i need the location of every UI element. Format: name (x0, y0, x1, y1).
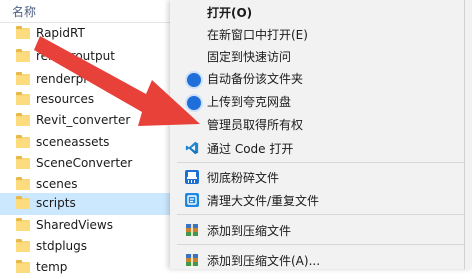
menu-item-label: 添加到压缩文件(A)... (207, 254, 321, 268)
menu-item-upload-quark[interactable]: 上传到夸克网盘 (170, 90, 472, 112)
folder-icon (16, 196, 30, 209)
menu-item-label: 彻底粉碎文件 (207, 171, 280, 185)
folder-name: temp (36, 260, 68, 274)
folder-name: Revit_converter (36, 113, 131, 127)
folder-row[interactable]: Revit_converter (0, 110, 180, 132)
folder-row[interactable]: temp (0, 257, 180, 279)
file-list-pane: 名称 RapidRT renderoutput renderpl resourc… (0, 0, 180, 274)
menu-item-add-to-archive-options[interactable]: 添加到压缩文件(A)... (170, 249, 472, 271)
menu-scroll-edge (464, 0, 465, 269)
folder-icon (16, 26, 30, 39)
folder-icon (16, 92, 30, 105)
menu-item-open-with-code[interactable]: 通过 Code 打开 (170, 137, 472, 159)
menu-item-label: 管理员取得所有权 (207, 118, 304, 132)
folder-row[interactable]: stdplugs (0, 236, 180, 258)
menu-divider (177, 214, 465, 215)
menu-item-label: 清理大文件/重复文件 (207, 194, 320, 208)
menu-item-label: 上传到夸克网盘 (207, 95, 292, 109)
menu-item-label: 添加到压缩文件 (207, 224, 292, 238)
menu-item-open[interactable]: 打开(O) (170, 1, 472, 23)
folder-row[interactable]: renderoutput (0, 46, 180, 68)
folder-name: renderpl (36, 72, 87, 86)
menu-item-open-new-window[interactable]: 在新窗口中打开(E) (170, 23, 472, 45)
folder-name: RapidRT (36, 26, 85, 40)
folder-icon (16, 177, 30, 190)
menu-item-cleanup-files[interactable]: 清理大文件/重复文件 (170, 189, 472, 211)
menu-item-add-to-archive[interactable]: 添加到压缩文件 (170, 219, 472, 241)
cleanup-icon (185, 193, 199, 207)
folder-icon (16, 135, 30, 148)
name-column-header[interactable]: 名称 (0, 0, 180, 23)
folder-row[interactable]: renderpl (0, 69, 180, 91)
folder-icon (16, 72, 30, 85)
menu-divider (177, 162, 465, 163)
folder-name: SharedViews (36, 218, 113, 232)
menu-item-label: 在新窗口中打开(E) (207, 28, 308, 42)
baidu-backup-icon (185, 71, 203, 89)
menu-item-take-ownership[interactable]: 管理员取得所有权 (170, 113, 472, 135)
menu-item-label: 打开(O) (207, 6, 253, 20)
context-menu: 打开(O) 在新窗口中打开(E) 固定到快速访问 自动备份该文件夹 上传到夸克网… (170, 0, 472, 269)
folder-name: scripts (36, 196, 76, 210)
folder-name: resources (36, 92, 95, 106)
folder-icon (16, 156, 30, 169)
vscode-icon (185, 141, 199, 155)
folder-name: renderoutput (36, 49, 115, 63)
archive-icon (186, 254, 198, 266)
folder-icon (16, 218, 30, 231)
folder-name: SceneConverter (36, 156, 133, 170)
menu-item-label: 固定到快速访问 (207, 50, 292, 64)
menu-divider (177, 244, 465, 245)
folder-icon (16, 113, 30, 126)
shredder-icon (185, 170, 199, 184)
folder-row-selected[interactable]: scripts (0, 193, 180, 215)
folder-row[interactable]: RapidRT (0, 23, 180, 45)
menu-item-auto-backup[interactable]: 自动备份该文件夹 (170, 67, 472, 89)
folder-row[interactable]: resources (0, 89, 180, 111)
folder-name: scenes (36, 177, 78, 191)
folder-row[interactable]: SceneConverter (0, 153, 180, 175)
name-column-label: 名称 (12, 5, 37, 19)
folder-icon (16, 239, 30, 252)
folder-name: sceneassets (36, 135, 110, 149)
quark-upload-icon (185, 94, 203, 112)
folder-row[interactable]: SharedViews (0, 215, 180, 237)
folder-name: stdplugs (36, 239, 87, 253)
folder-icon (16, 49, 30, 62)
menu-item-label: 通过 Code 打开 (207, 142, 294, 156)
folder-row[interactable]: sceneassets (0, 132, 180, 154)
menu-item-label: 自动备份该文件夹 (207, 72, 304, 86)
archive-icon (186, 224, 198, 236)
folder-icon (16, 260, 30, 273)
menu-item-shred-file[interactable]: 彻底粉碎文件 (170, 166, 472, 188)
menu-item-pin-quick-access[interactable]: 固定到快速访问 (170, 45, 472, 67)
